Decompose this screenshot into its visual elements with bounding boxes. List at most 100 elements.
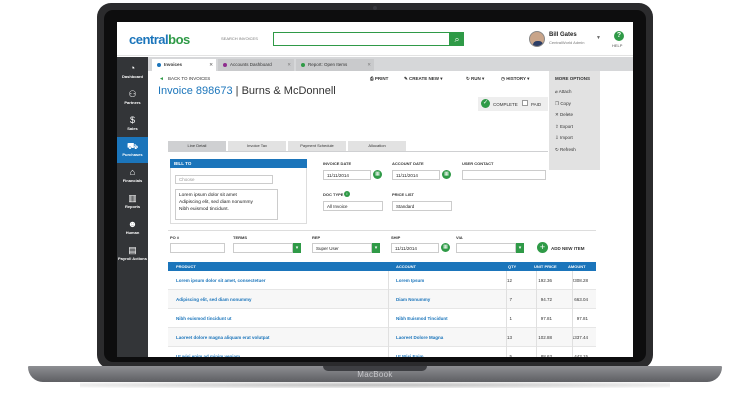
search-button[interactable]: ⌕ [450, 32, 464, 46]
calendar-icon[interactable]: ▦ [373, 170, 382, 179]
menu-item-delete[interactable]: ✕ Delete [555, 109, 576, 121]
th-product[interactable]: PRODUCT [176, 264, 196, 269]
tab-invoices[interactable]: Invoices ✕ [152, 59, 216, 71]
menu-item-copy[interactable]: ❐ Copy [555, 98, 576, 110]
tab-dot [157, 62, 161, 67]
bar-chart-icon: ▥ [128, 193, 137, 203]
product-cell[interactable]: Lorem ipsum dolor sit amet, consectetuer [176, 278, 266, 283]
chevron-down-icon[interactable]: ▾ [516, 243, 524, 253]
sidebar-item-human[interactable]: ☻ Human [117, 215, 148, 241]
th-account[interactable]: ACCOUNT [396, 264, 416, 269]
po-field[interactable] [170, 243, 225, 253]
complete-check-icon[interactable]: ✓ [481, 99, 490, 108]
product-cell[interactable]: Laoreet dolore magna aliquam erat volutp… [176, 335, 270, 340]
chevron-down-icon[interactable]: ▾ [293, 243, 301, 253]
menu-item-attach[interactable]: ⌀ Attach [555, 86, 576, 98]
address-line: Nibh euismod tincidunt. [179, 207, 229, 212]
doc-type-field[interactable]: All Invoice [323, 201, 383, 211]
table-row[interactable]: Nibh euismod tincidunt ut Nibh Euismod Ti… [168, 309, 596, 328]
help-icon[interactable]: ? [614, 31, 624, 41]
billto-select[interactable]: Choose [175, 175, 273, 184]
tab-dot [223, 62, 227, 67]
search-label: SEARCH INVOICES [221, 36, 258, 41]
menu-item-export[interactable]: ⇪ Export [555, 121, 576, 133]
create-new-label: CREATE NEW [409, 76, 439, 81]
search-input[interactable] [273, 32, 450, 46]
menu-item-label: Refresh [560, 146, 576, 152]
history-button[interactable]: ◷ HISTORY ▾ [501, 76, 529, 82]
subtab-allocation[interactable]: Allocation [348, 141, 406, 151]
sidebar-item-sales[interactable]: $ Sales [117, 111, 148, 137]
sidebar-item-label: Payroll Actions [118, 256, 147, 261]
close-icon[interactable]: ✕ [209, 62, 213, 68]
sidebar-item-reports[interactable]: ▥ Reports [117, 189, 148, 215]
tab-accounts-dashboard[interactable]: Accounts Dashboard ✕ [218, 59, 294, 71]
via-field[interactable] [456, 243, 516, 253]
chevron-down-icon[interactable]: ▾ [372, 243, 380, 253]
table-row[interactable]: Lorem ipsum dolor sit amet, consectetuer… [168, 271, 596, 290]
table-row[interactable]: Ut wisi enim ad minim veniam Ut Wisi Enim… [168, 347, 596, 357]
table-row[interactable]: Laoreet dolore magna aliquam erat volutp… [168, 328, 596, 347]
app-logo[interactable]: centralbos [129, 32, 190, 47]
tab-report-open-items[interactable]: Report: Open Items ✕ [296, 59, 374, 71]
account-cell[interactable]: Nibh Euismod Tincidunt [396, 316, 448, 321]
menu-item-refresh[interactable]: ↻ Refresh [555, 144, 576, 156]
create-new-button[interactable]: ✎ CREATE NEW ▾ [404, 76, 442, 82]
account-date-field[interactable]: 11/11/2014 [392, 170, 440, 180]
back-link[interactable]: BACK TO INVOICES [159, 76, 210, 82]
sidebar-item-financials[interactable]: ⌂ Financials [117, 163, 148, 189]
account-cell[interactable]: Laoreet Dolore Magna [396, 335, 443, 340]
sidebar-item-partners[interactable]: ⚇ Partners [117, 85, 148, 111]
account-cell[interactable]: Lorem Ipsum [396, 278, 424, 283]
invoice-number: Invoice 898673 [158, 85, 233, 97]
price-list-field[interactable]: Standard [392, 201, 452, 211]
product-cell[interactable]: Adipiscing elit, sed diam nonummy [176, 297, 252, 302]
laptop-mockup: MacBook centralbos SEARCH INVOICES ⌕ Bil… [0, 0, 750, 404]
sidebar-item-label: Purchases [122, 152, 143, 157]
run-button[interactable]: ↻ RUN ▾ [466, 76, 484, 82]
rep-field[interactable]: Super User [312, 243, 372, 253]
device-brand-label: MacBook [357, 370, 393, 379]
tab-label: Report: Open Items [308, 62, 348, 67]
th-amount[interactable]: AMOUNT [568, 264, 586, 269]
logo-part-2: bos [168, 32, 190, 47]
print-button[interactable]: ⎙ PRINT [370, 76, 388, 81]
account-cell[interactable]: Ut Wisi Enim [396, 354, 423, 357]
invoice-date-field[interactable]: 11/11/2014 [323, 170, 371, 180]
terms-field[interactable] [233, 243, 293, 253]
close-icon[interactable]: ✕ [287, 62, 291, 68]
more-options-button[interactable]: MORE OPTIONS [555, 76, 590, 81]
delete-icon: ✕ [555, 112, 559, 117]
th-qty[interactable]: QTY [508, 264, 516, 269]
paid-checkbox[interactable] [522, 100, 528, 106]
close-icon[interactable]: ✕ [367, 62, 371, 68]
add-item-button[interactable]: ADD NEW ITEM [551, 246, 585, 251]
subtab-invoice-tax[interactable]: Invoice Tax [228, 141, 286, 151]
calendar-icon[interactable]: ▦ [442, 170, 451, 179]
menu-item-import[interactable]: ⇩ Import [555, 132, 576, 144]
th-unit-price[interactable]: UNIT PRICE [534, 264, 557, 269]
account-cell[interactable]: Diam Nonummy [396, 297, 430, 302]
subtab-line-detail[interactable]: Line Detail [168, 141, 226, 151]
calendar-icon[interactable]: ▦ [441, 243, 450, 252]
user-contact-field[interactable] [462, 170, 546, 180]
add-item-icon[interactable]: + [537, 242, 548, 253]
tab-dot [301, 62, 305, 67]
person-icon: ☻ [127, 219, 138, 229]
product-cell[interactable]: Nibh euismod tincidunt ut [176, 316, 232, 321]
ship-field[interactable]: 11/11/2014 [391, 243, 439, 253]
subtab-payment-schedule[interactable]: Payment Schedule [288, 141, 346, 151]
sidebar-item-payroll[interactable]: ▤ Payroll Actions [117, 241, 148, 271]
chevron-down-icon[interactable]: ▼ [596, 35, 601, 41]
user-name[interactable]: Bill Gates [549, 32, 577, 38]
billto-address[interactable]: Lorem ipsum dolor sit amet Adipiscing el… [175, 189, 278, 220]
info-icon[interactable]: i [344, 191, 350, 197]
sidebar-item-purchases[interactable]: ⛟ Purchases [117, 137, 153, 163]
avatar[interactable] [529, 31, 545, 47]
paperclip-icon: ⌀ [555, 89, 558, 94]
help-label[interactable]: HELP [612, 43, 622, 48]
table-row[interactable]: Adipiscing elit, sed diam nonummy Diam No… [168, 290, 596, 309]
payroll-icon: ▤ [128, 245, 137, 255]
product-cell[interactable]: Ut wisi enim ad minim veniam [176, 354, 240, 357]
sidebar-item-dashboard[interactable]: ◔ Dashboard [117, 59, 148, 85]
